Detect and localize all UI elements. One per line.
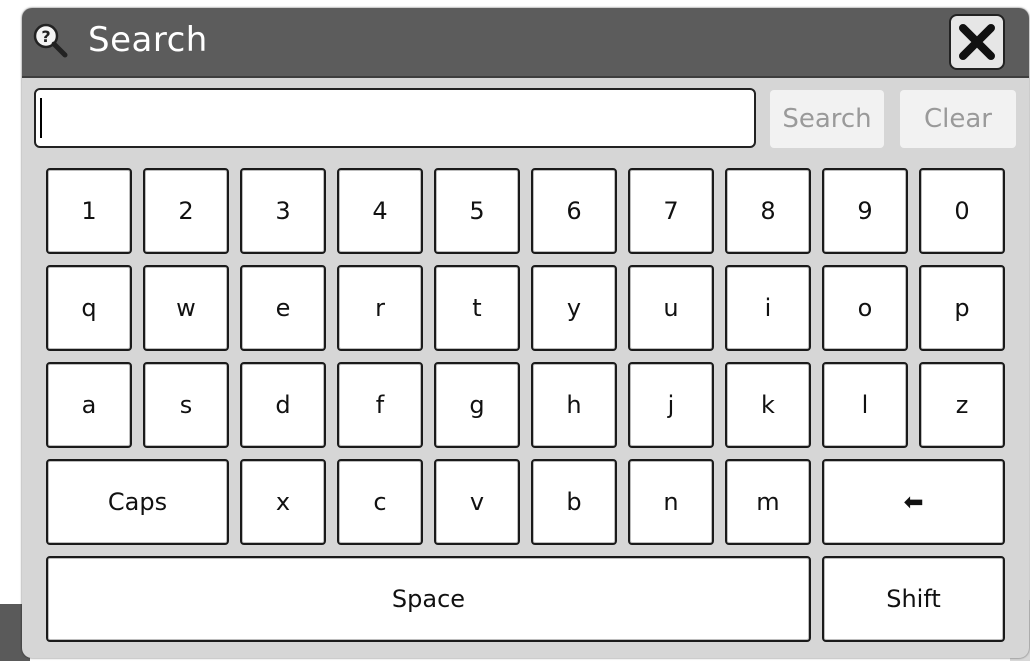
on-screen-keyboard: 1234567890 qwertyuiop asdfghjklz Caps ⬅ …: [22, 158, 1029, 658]
dialog-titlebar: ? Search: [22, 8, 1029, 78]
key[interactable]: o: [822, 265, 908, 351]
search-input[interactable]: [34, 88, 756, 148]
backspace-key[interactable]: ⬅: [822, 459, 1005, 545]
search-button[interactable]: Search: [770, 90, 884, 148]
svg-text:?: ?: [41, 27, 50, 46]
key[interactable]: n: [628, 459, 714, 545]
key[interactable]: m: [725, 459, 811, 545]
close-icon: [959, 24, 995, 60]
key[interactable]: j: [628, 362, 714, 448]
search-help-icon: ?: [32, 22, 68, 58]
key[interactable]: p: [919, 265, 1005, 351]
key[interactable]: f: [337, 362, 423, 448]
key[interactable]: i: [725, 265, 811, 351]
key[interactable]: 1: [46, 168, 132, 254]
key[interactable]: h: [531, 362, 617, 448]
key[interactable]: v: [434, 459, 520, 545]
key[interactable]: 6: [531, 168, 617, 254]
key[interactable]: s: [143, 362, 229, 448]
key[interactable]: 2: [143, 168, 229, 254]
shift-key[interactable]: Shift: [822, 556, 1005, 642]
key[interactable]: 8: [725, 168, 811, 254]
key[interactable]: 4: [337, 168, 423, 254]
key[interactable]: t: [434, 265, 520, 351]
clear-button[interactable]: Clear: [900, 90, 1016, 148]
key[interactable]: l: [822, 362, 908, 448]
key[interactable]: k: [725, 362, 811, 448]
dialog-title: Search: [88, 20, 208, 60]
key[interactable]: e: [240, 265, 326, 351]
key[interactable]: d: [240, 362, 326, 448]
key[interactable]: w: [143, 265, 229, 351]
key[interactable]: 9: [822, 168, 908, 254]
key[interactable]: 3: [240, 168, 326, 254]
key[interactable]: r: [337, 265, 423, 351]
caps-key[interactable]: Caps: [46, 459, 229, 545]
key[interactable]: 5: [434, 168, 520, 254]
key[interactable]: c: [337, 459, 423, 545]
search-bar: Search Clear: [22, 78, 1029, 156]
text-cursor: [40, 98, 42, 138]
search-dialog: ? Search Search Clear 1234567890 qwertyu…: [22, 8, 1029, 658]
key[interactable]: 0: [919, 168, 1005, 254]
key[interactable]: 7: [628, 168, 714, 254]
key[interactable]: x: [240, 459, 326, 545]
key[interactable]: z: [919, 362, 1005, 448]
key[interactable]: q: [46, 265, 132, 351]
key[interactable]: b: [531, 459, 617, 545]
key[interactable]: a: [46, 362, 132, 448]
key[interactable]: g: [434, 362, 520, 448]
space-key[interactable]: Space: [46, 556, 811, 642]
close-button[interactable]: [949, 14, 1005, 70]
key[interactable]: u: [628, 265, 714, 351]
key[interactable]: y: [531, 265, 617, 351]
